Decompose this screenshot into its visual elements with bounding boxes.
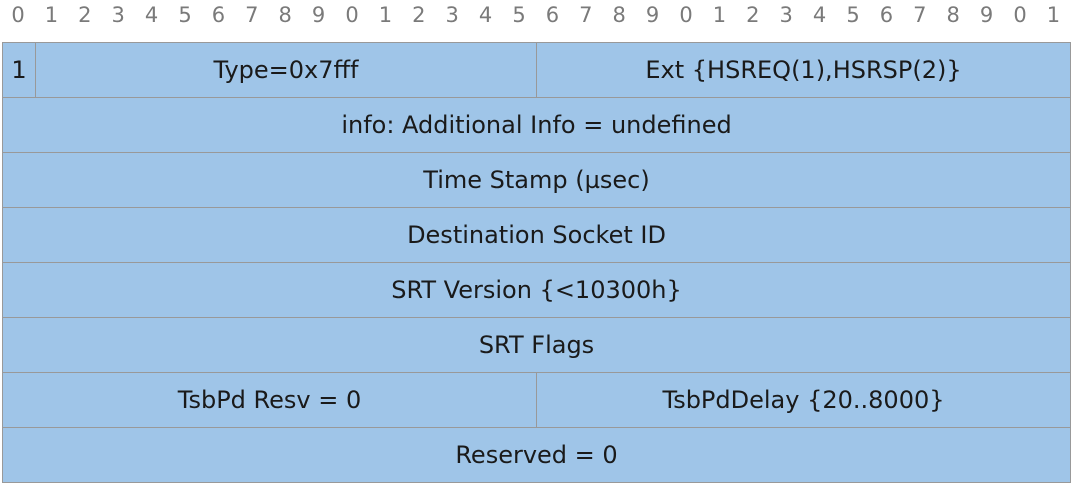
ext-field: Ext {HSREQ(1),HSRSP(2)} — [537, 43, 1071, 97]
bit-label: 4 — [478, 3, 493, 27]
bit-label: 4 — [812, 3, 827, 27]
bit-label: 7 — [245, 3, 259, 27]
packet-row-srt-flags: SRT Flags — [3, 318, 1071, 373]
bit-label: 9 — [645, 3, 660, 27]
bit-label: 8 — [278, 3, 292, 27]
additional-info-field: info: Additional Info = undefined — [3, 98, 1071, 152]
bit-label: 3 — [111, 3, 125, 27]
control-flag-field: 1 — [3, 43, 36, 97]
tsbpd-delay-field: TsbPdDelay {20..8000} — [537, 373, 1071, 427]
bit-label: 1 — [1046, 3, 1061, 27]
bit-label: 6 — [879, 3, 894, 27]
bit-label: 2 — [746, 3, 760, 27]
packet-row-header: 1 Type=0x7fff Ext {HSREQ(1),HSRSP(2)} — [3, 43, 1071, 98]
bit-label: 8 — [612, 3, 626, 27]
bit-label: 9 — [979, 3, 994, 27]
bit-label: 5 — [846, 3, 860, 27]
bit-label: 4 — [144, 3, 159, 27]
bit-label: 0 — [345, 3, 359, 27]
bit-label: 1 — [712, 3, 727, 27]
timestamp-field: Time Stamp (µsec) — [3, 153, 1071, 207]
packet-row-tsbpd: TsbPd Resv = 0 TsbPdDelay {20..8000} — [3, 373, 1071, 428]
packet-row-socket-id: Destination Socket ID — [3, 208, 1071, 263]
bit-label: 2 — [78, 3, 92, 27]
bit-label: 0 — [679, 3, 693, 27]
tsbpd-resv-field: TsbPd Resv = 0 — [3, 373, 537, 427]
bit-label: 0 — [11, 3, 25, 27]
bit-label: 0 — [1013, 3, 1027, 27]
destination-socket-id-field: Destination Socket ID — [3, 208, 1071, 262]
bit-label: 1 — [44, 3, 59, 27]
srt-version-field: SRT Version {<10300h} — [3, 263, 1071, 317]
bit-label: 7 — [913, 3, 927, 27]
bit-label: 7 — [579, 3, 593, 27]
bit-label: 5 — [512, 3, 526, 27]
packet-row-timestamp: Time Stamp (µsec) — [3, 153, 1071, 208]
bit-label: 9 — [311, 3, 326, 27]
reserved-field: Reserved = 0 — [3, 428, 1071, 482]
bit-ruler: 01234567890123456789012345678901 — [0, 0, 1071, 40]
bit-label: 3 — [779, 3, 793, 27]
packet-diagram: 1 Type=0x7fff Ext {HSREQ(1),HSRSP(2)} in… — [2, 42, 1071, 483]
bit-label: 8 — [946, 3, 960, 27]
bit-label: 3 — [445, 3, 459, 27]
bit-label: 1 — [378, 3, 393, 27]
type-field: Type=0x7fff — [36, 43, 537, 97]
bit-label: 5 — [178, 3, 192, 27]
bit-label: 2 — [412, 3, 426, 27]
bit-label: 6 — [211, 3, 226, 27]
packet-row-reserved: Reserved = 0 — [3, 428, 1071, 483]
packet-row-info: info: Additional Info = undefined — [3, 98, 1071, 153]
srt-flags-field: SRT Flags — [3, 318, 1071, 372]
bit-label: 6 — [545, 3, 560, 27]
packet-row-srt-version: SRT Version {<10300h} — [3, 263, 1071, 318]
